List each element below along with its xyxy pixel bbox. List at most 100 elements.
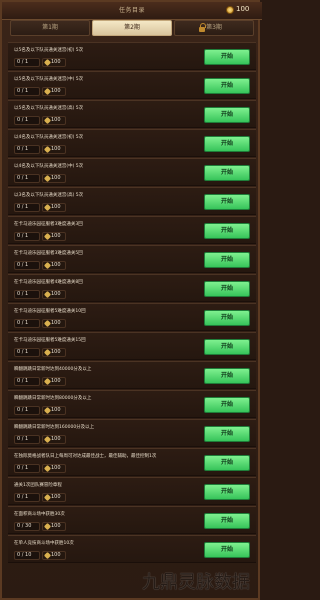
task-list[interactable]: 以5名及以下队员通关迷宫(初) 5次 0 / 1 100 开始 以5名及以下队员通关迷宫… <box>8 42 256 600</box>
task-description: 以5名及以下队员通关迷宫(高) 5次 <box>14 106 84 111</box>
start-button[interactable]: 开始 <box>204 281 250 297</box>
task-row: 在卡马迪乐园征服者5难度通关10回 0 / 1 100 开始 <box>8 303 256 331</box>
task-progress: 0 / 30 <box>14 522 40 531</box>
task-reward: 100 <box>42 377 66 386</box>
task-reward: 100 <box>42 406 66 415</box>
reward-icon <box>43 232 52 241</box>
reward-icon <box>43 319 52 328</box>
reward-icon <box>43 493 52 502</box>
reward-icon <box>43 261 52 270</box>
tab-period-2[interactable]: 第2期 <box>92 20 172 36</box>
task-reward: 100 <box>42 493 66 502</box>
reward-amount: 100 <box>51 146 61 152</box>
reward-amount: 100 <box>51 320 61 326</box>
task-reward: 100 <box>42 145 66 154</box>
task-description: 在卡马迪乐园征服者3难度通关3回 <box>14 222 83 227</box>
task-progress: 0 / 1 <box>14 319 40 328</box>
reward-icon <box>43 522 52 531</box>
task-reward: 100 <box>42 348 66 357</box>
task-row: 通关1次团队赛冒险章程 0 / 1 100 开始 <box>8 477 256 505</box>
task-progress: 0 / 1 <box>14 261 40 270</box>
task-progress: 0 / 1 <box>14 174 40 183</box>
reward-amount: 100 <box>51 291 61 297</box>
coin-count: 100 <box>236 5 250 13</box>
tab-label: 第2期 <box>124 24 140 31</box>
task-description: 通关1次团队赛冒险章程 <box>14 483 62 488</box>
start-button[interactable]: 开始 <box>204 223 250 239</box>
start-button[interactable]: 开始 <box>204 513 250 529</box>
task-row: 以5名及以下队员通关迷宫(中) 5次 0 / 1 100 开始 <box>8 71 256 99</box>
task-progress: 0 / 1 <box>14 58 40 67</box>
reward-amount: 100 <box>51 436 61 442</box>
reward-amount: 100 <box>51 59 61 65</box>
task-description: 在面积商斗场中获胜30次 <box>14 512 65 517</box>
reward-icon <box>43 145 52 154</box>
watermark: 九鼎灵脉数据 <box>142 572 250 593</box>
reward-icon <box>43 377 52 386</box>
task-progress: 0 / 10 <box>14 551 40 560</box>
task-row: 在独际莫格战者队日上每周可对达成最佳战士，最佳辅助，最佳控制1次 0 / 1 100… <box>8 448 256 476</box>
reward-amount: 100 <box>51 233 61 239</box>
reward-amount: 100 <box>51 204 61 210</box>
task-reward: 100 <box>42 87 66 96</box>
task-reward: 100 <box>42 261 66 270</box>
task-description: 以5名及以下队员通关迷宫(初) 5次 <box>14 48 84 53</box>
task-reward: 100 <box>42 290 66 299</box>
start-button[interactable]: 开始 <box>204 484 250 500</box>
reward-amount: 100 <box>51 552 61 558</box>
task-reward: 100 <box>42 203 66 212</box>
task-progress: 0 / 1 <box>14 203 40 212</box>
task-row: 以5名及以下队员通关迷宫(高) 5次 0 / 1 100 开始 <box>8 100 256 128</box>
start-button[interactable]: 开始 <box>204 78 250 94</box>
start-button[interactable]: 开始 <box>204 426 250 442</box>
task-progress: 0 / 1 <box>14 348 40 357</box>
reward-icon <box>43 464 52 473</box>
start-button[interactable]: 开始 <box>204 252 250 268</box>
tab-label: 第3期 <box>206 24 222 31</box>
coin-icon <box>226 6 234 14</box>
task-description: 以4名及以下队员通关迷宫(初) 5次 <box>14 135 84 140</box>
task-progress: 0 / 1 <box>14 406 40 415</box>
task-description: 在单人竞技商斗场中获胜10次 <box>14 541 74 546</box>
lock-icon <box>199 23 206 32</box>
start-button[interactable]: 开始 <box>204 107 250 123</box>
task-row: 瞬翻跳跳日常新时达到80000分及以上 0 / 1 100 开始 <box>8 390 256 418</box>
task-row: 以4名及以下队员通关迷宫(初) 5次 0 / 1 100 开始 <box>8 129 256 157</box>
tab-period-3[interactable]: 第3期 <box>174 20 254 36</box>
start-button[interactable]: 开始 <box>204 136 250 152</box>
reward-amount: 100 <box>51 494 61 500</box>
tab-label: 第1期 <box>42 24 58 31</box>
reward-icon <box>43 203 52 212</box>
start-button[interactable]: 开始 <box>204 49 250 65</box>
start-button[interactable]: 开始 <box>204 542 250 558</box>
task-progress: 0 / 1 <box>14 377 40 386</box>
reward-amount: 100 <box>51 117 61 123</box>
task-progress: 0 / 1 <box>14 493 40 502</box>
task-progress: 0 / 1 <box>14 464 40 473</box>
task-reward: 100 <box>42 464 66 473</box>
task-row: 在卡马迪乐园征服者3难度通关3回 0 / 1 100 开始 <box>8 216 256 244</box>
task-description: 在独际莫格战者队日上每周可对达成最佳战士，最佳辅助，最佳控制1次 <box>14 454 157 459</box>
tab-period-1[interactable]: 第1期 <box>10 20 90 36</box>
task-description: 以5名及以下队员通关迷宫(中) 5次 <box>14 77 84 82</box>
reward-icon <box>43 551 52 560</box>
task-row: 在卡马迪乐园征服者5难度通关15回 0 / 1 100 开始 <box>8 332 256 360</box>
start-button[interactable]: 开始 <box>204 455 250 471</box>
task-description: 以3名及以下队员通关迷宫(高) 5次 <box>14 193 84 198</box>
task-row: 在单人竞技商斗场中获胜10次 0 / 10 100 开始 <box>8 535 256 563</box>
reward-icon <box>43 290 52 299</box>
task-description: 在卡马迪乐园征服者4难度通关8回 <box>14 280 83 285</box>
start-button[interactable]: 开始 <box>204 339 250 355</box>
start-button[interactable]: 开始 <box>204 397 250 413</box>
task-progress: 0 / 1 <box>14 145 40 154</box>
start-button[interactable]: 开始 <box>204 165 250 181</box>
start-button[interactable]: 开始 <box>204 368 250 384</box>
start-button[interactable]: 开始 <box>204 194 250 210</box>
task-row: 以3名及以下队员通关迷宫(高) 5次 0 / 1 100 开始 <box>8 187 256 215</box>
task-reward: 100 <box>42 435 66 444</box>
task-description: 在卡马迪乐园征服者3难度通关5回 <box>14 251 83 256</box>
start-button[interactable]: 开始 <box>204 310 250 326</box>
task-row: 瞬翻跳跳日常新时达到40000分及以上 0 / 1 100 开始 <box>8 361 256 389</box>
reward-icon <box>43 87 52 96</box>
task-row: 在卡马迪乐园征服者3难度通关5回 0 / 1 100 开始 <box>8 245 256 273</box>
